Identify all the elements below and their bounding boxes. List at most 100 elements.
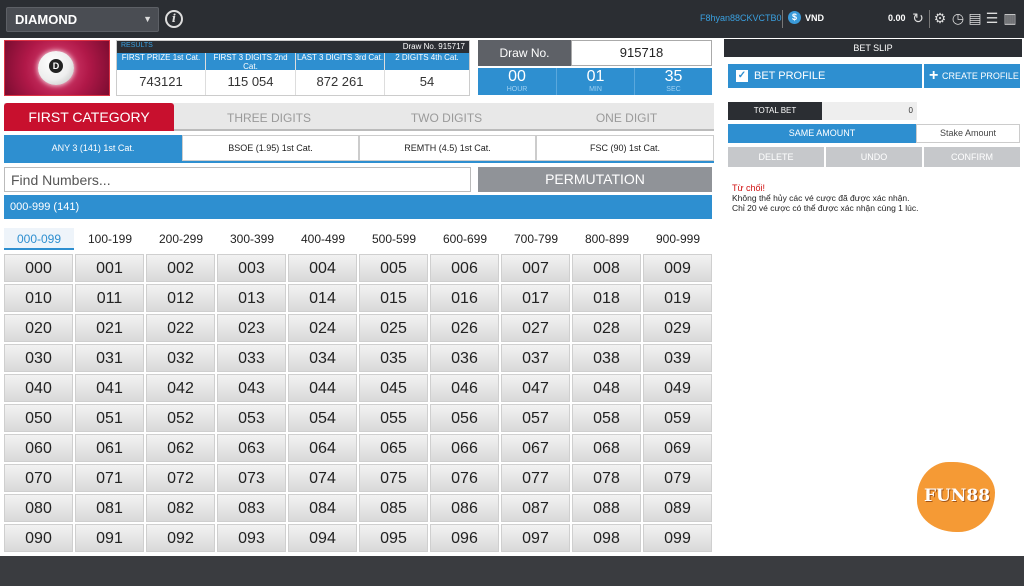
range-tab[interactable]: 800-899 bbox=[572, 228, 642, 250]
number-cell[interactable]: 026 bbox=[430, 314, 499, 342]
refresh-icon[interactable]: ↻ bbox=[910, 10, 926, 26]
tab-one-digit[interactable]: ONE DIGIT bbox=[539, 106, 714, 130]
number-cell[interactable]: 070 bbox=[4, 464, 73, 492]
number-cell[interactable]: 022 bbox=[146, 314, 215, 342]
document-icon[interactable]: ▤ bbox=[967, 10, 983, 26]
number-cell[interactable]: 092 bbox=[146, 524, 215, 552]
bet-profile-button[interactable]: ✓ BET PROFILE bbox=[728, 64, 922, 88]
number-cell[interactable]: 073 bbox=[217, 464, 286, 492]
number-cell[interactable]: 029 bbox=[643, 314, 712, 342]
number-cell[interactable]: 025 bbox=[359, 314, 428, 342]
number-cell[interactable]: 034 bbox=[288, 344, 357, 372]
number-cell[interactable]: 040 bbox=[4, 374, 73, 402]
number-cell[interactable]: 067 bbox=[501, 434, 570, 462]
number-cell[interactable]: 082 bbox=[146, 494, 215, 522]
number-cell[interactable]: 024 bbox=[288, 314, 357, 342]
confirm-button[interactable]: CONFIRM bbox=[924, 147, 1020, 167]
number-cell[interactable]: 056 bbox=[430, 404, 499, 432]
number-cell[interactable]: 095 bbox=[359, 524, 428, 552]
same-amount-toggle[interactable]: SAME AMOUNT bbox=[728, 124, 916, 143]
number-cell[interactable]: 085 bbox=[359, 494, 428, 522]
number-cell[interactable]: 058 bbox=[572, 404, 641, 432]
number-cell[interactable]: 016 bbox=[430, 284, 499, 312]
number-cell[interactable]: 055 bbox=[359, 404, 428, 432]
tab-any-3[interactable]: ANY 3 (141) 1st Cat. bbox=[4, 135, 182, 161]
number-cell[interactable]: 037 bbox=[501, 344, 570, 372]
number-cell[interactable]: 088 bbox=[572, 494, 641, 522]
number-cell[interactable]: 048 bbox=[572, 374, 641, 402]
number-cell[interactable]: 094 bbox=[288, 524, 357, 552]
number-cell[interactable]: 074 bbox=[288, 464, 357, 492]
number-cell[interactable]: 039 bbox=[643, 344, 712, 372]
range-tab[interactable]: 600-699 bbox=[430, 228, 500, 250]
number-cell[interactable]: 044 bbox=[288, 374, 357, 402]
range-tab[interactable]: 100-199 bbox=[75, 228, 145, 250]
number-cell[interactable]: 009 bbox=[643, 254, 712, 282]
range-tab[interactable]: 000-099 bbox=[4, 228, 74, 250]
number-cell[interactable]: 002 bbox=[146, 254, 215, 282]
find-numbers-input[interactable] bbox=[4, 167, 471, 192]
number-cell[interactable]: 078 bbox=[572, 464, 641, 492]
tab-two-digits[interactable]: TWO DIGITS bbox=[359, 106, 534, 130]
book-icon[interactable]: ▥ bbox=[1002, 10, 1018, 26]
settings-icon[interactable]: ⚙ bbox=[932, 10, 948, 26]
number-cell[interactable]: 062 bbox=[146, 434, 215, 462]
number-cell[interactable]: 080 bbox=[4, 494, 73, 522]
range-tab[interactable]: 900-999 bbox=[643, 228, 713, 250]
number-cell[interactable]: 079 bbox=[643, 464, 712, 492]
number-cell[interactable]: 030 bbox=[4, 344, 73, 372]
number-cell[interactable]: 051 bbox=[75, 404, 144, 432]
number-cell[interactable]: 018 bbox=[572, 284, 641, 312]
undo-button[interactable]: UNDO bbox=[826, 147, 922, 167]
tab-three-digits[interactable]: THREE DIGITS bbox=[184, 106, 354, 130]
number-cell[interactable]: 089 bbox=[643, 494, 712, 522]
range-tab[interactable]: 500-599 bbox=[359, 228, 429, 250]
number-cell[interactable]: 028 bbox=[572, 314, 641, 342]
tab-fsc[interactable]: FSC (90) 1st Cat. bbox=[536, 135, 714, 161]
number-cell[interactable]: 031 bbox=[75, 344, 144, 372]
number-cell[interactable]: 013 bbox=[217, 284, 286, 312]
number-cell[interactable]: 069 bbox=[643, 434, 712, 462]
delete-button[interactable]: DELETE bbox=[728, 147, 824, 167]
number-cell[interactable]: 020 bbox=[4, 314, 73, 342]
number-cell[interactable]: 046 bbox=[430, 374, 499, 402]
number-cell[interactable]: 098 bbox=[572, 524, 641, 552]
number-cell[interactable]: 027 bbox=[501, 314, 570, 342]
number-cell[interactable]: 050 bbox=[4, 404, 73, 432]
tab-first-category[interactable]: FIRST CATEGORY bbox=[4, 103, 174, 131]
number-cell[interactable]: 077 bbox=[501, 464, 570, 492]
number-cell[interactable]: 043 bbox=[217, 374, 286, 402]
number-cell[interactable]: 090 bbox=[4, 524, 73, 552]
number-cell[interactable]: 010 bbox=[4, 284, 73, 312]
number-cell[interactable]: 063 bbox=[217, 434, 286, 462]
number-cell[interactable]: 075 bbox=[359, 464, 428, 492]
number-cell[interactable]: 097 bbox=[501, 524, 570, 552]
create-profile-button[interactable]: + CREATE PROFILE bbox=[924, 64, 1020, 88]
number-cell[interactable]: 035 bbox=[359, 344, 428, 372]
number-cell[interactable]: 021 bbox=[75, 314, 144, 342]
range-tab[interactable]: 700-799 bbox=[501, 228, 571, 250]
tab-remth[interactable]: REMTH (4.5) 1st Cat. bbox=[359, 135, 536, 161]
history-icon[interactable]: ◷ bbox=[950, 10, 966, 26]
number-cell[interactable]: 061 bbox=[75, 434, 144, 462]
number-cell[interactable]: 052 bbox=[146, 404, 215, 432]
number-cell[interactable]: 093 bbox=[217, 524, 286, 552]
number-cell[interactable]: 042 bbox=[146, 374, 215, 402]
number-cell[interactable]: 003 bbox=[217, 254, 286, 282]
info-icon[interactable]: i bbox=[165, 10, 183, 28]
number-cell[interactable]: 015 bbox=[359, 284, 428, 312]
number-cell[interactable]: 054 bbox=[288, 404, 357, 432]
number-cell[interactable]: 045 bbox=[359, 374, 428, 402]
number-cell[interactable]: 091 bbox=[75, 524, 144, 552]
number-cell[interactable]: 012 bbox=[146, 284, 215, 312]
range-tab[interactable]: 400-499 bbox=[288, 228, 358, 250]
number-cell[interactable]: 068 bbox=[572, 434, 641, 462]
number-cell[interactable]: 065 bbox=[359, 434, 428, 462]
number-cell[interactable]: 060 bbox=[4, 434, 73, 462]
number-cell[interactable]: 081 bbox=[75, 494, 144, 522]
number-cell[interactable]: 099 bbox=[643, 524, 712, 552]
number-cell[interactable]: 071 bbox=[75, 464, 144, 492]
number-cell[interactable]: 006 bbox=[430, 254, 499, 282]
range-tab[interactable]: 200-299 bbox=[146, 228, 216, 250]
game-selector[interactable]: DIAMOND ▼ bbox=[6, 7, 159, 32]
